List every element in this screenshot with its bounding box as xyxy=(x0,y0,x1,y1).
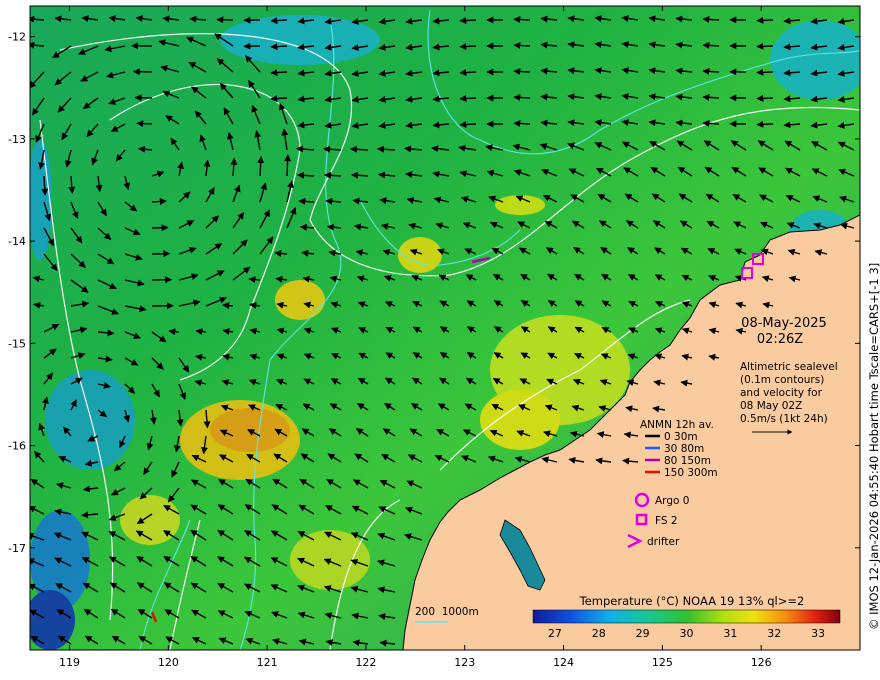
colorbar-tick-label: 28 xyxy=(592,627,606,640)
velocity-arrow xyxy=(151,224,169,232)
credit-label: © IMOS 12-Jan-2026 04:55:40 Hobart time … xyxy=(867,263,880,630)
altimetry-line-1: Altimetric sealevel xyxy=(740,361,838,373)
velocity-arrow xyxy=(270,43,288,51)
colorbar-tick-label: 29 xyxy=(636,627,650,640)
velocity-arrow xyxy=(513,42,531,50)
velocity-arrow xyxy=(702,119,720,127)
velocity-arrow xyxy=(136,120,153,128)
velocity-arrow xyxy=(168,328,180,336)
velocity-arrow xyxy=(270,69,288,77)
x-tick-label: 119 xyxy=(59,656,80,669)
y-tick-label: -17 xyxy=(8,542,26,555)
velocity-arrow xyxy=(702,15,720,23)
velocity-arrow xyxy=(756,16,774,24)
velocity-arrow xyxy=(756,42,774,50)
y-tick-label: -12 xyxy=(8,31,26,44)
velocity-arrow xyxy=(702,67,720,75)
x-tick-label: 122 xyxy=(355,656,376,669)
velocity-arrow xyxy=(513,94,531,102)
velocity-arrow xyxy=(459,120,477,128)
colorbar-tick-label: 27 xyxy=(548,627,562,640)
fs-label: FS 2 xyxy=(655,515,678,527)
x-tick-label: 123 xyxy=(454,656,475,669)
ocean-map: 119 120 121 122 123 124 125 126 -12 -13 -14 -15 -16… xyxy=(8,5,880,669)
legend-label-0: 0 30m xyxy=(664,431,698,443)
velocity-arrow xyxy=(284,154,292,177)
x-tick-label: 120 xyxy=(158,656,179,669)
velocity-arrow xyxy=(756,68,774,76)
x-tick-label: 125 xyxy=(652,656,673,669)
altimetry-line-3: and velocity for xyxy=(740,387,823,399)
argo-label: Argo 0 xyxy=(655,495,689,507)
velocity-arrow xyxy=(459,68,477,76)
colorbar-title: Temperature (°C) NOAA 19 13% ql>=2 xyxy=(579,594,805,608)
time-label: 02:26Z xyxy=(757,332,803,347)
legend-label-2: 80 150m xyxy=(664,455,711,467)
colorbar-tick-label: 30 xyxy=(680,627,694,640)
bathymetry-label: 200 1000m xyxy=(415,606,479,618)
x-tick-label: 121 xyxy=(257,656,278,669)
velocity-arrow xyxy=(298,197,315,205)
velocity-arrow xyxy=(756,120,774,128)
legend-label-1: 30 80m xyxy=(664,443,704,455)
colorbar-tick-label: 32 xyxy=(767,627,781,640)
velocity-arrow xyxy=(459,42,477,50)
velocity-arrow xyxy=(270,95,288,103)
colorbar-tick-label: 31 xyxy=(723,627,737,640)
velocity-arrow xyxy=(513,120,531,128)
anmn-legend-title: ANMN 12h av. xyxy=(640,419,714,431)
velocity-arrow xyxy=(151,198,167,205)
velocity-arrow xyxy=(702,93,720,101)
velocity-arrow xyxy=(270,17,288,25)
y-tick-label: -13 xyxy=(8,133,26,146)
x-tick-label: 124 xyxy=(553,656,574,669)
velocity-arrow xyxy=(513,16,531,24)
velocity-arrow xyxy=(459,94,477,102)
y-tick-label: -15 xyxy=(8,337,26,350)
x-tick-label: 126 xyxy=(751,656,772,669)
y-tick-label: -16 xyxy=(8,440,26,453)
velocity-arrow xyxy=(756,94,774,102)
y-tick-label: -14 xyxy=(8,235,26,248)
velocity-arrow xyxy=(459,16,477,24)
velocity-arrow xyxy=(134,94,153,102)
altimetry-line-2: (0.1m contours) xyxy=(740,374,824,386)
date-label: 08-May-2025 xyxy=(741,316,827,331)
velocity-arrow xyxy=(513,68,531,76)
velocity-arrow xyxy=(702,41,720,49)
altimetry-line-4: 08 May 02Z xyxy=(740,400,802,412)
colorbar-tick-label: 33 xyxy=(811,627,825,640)
legend-label-3: 150 300m xyxy=(664,467,718,479)
altimetry-line-5: 0.5m/s (1kt 24h) xyxy=(740,413,828,425)
drifter-label: drifter xyxy=(647,536,680,548)
colorbar-gradient xyxy=(532,609,841,624)
velocity-arrow xyxy=(216,16,234,24)
